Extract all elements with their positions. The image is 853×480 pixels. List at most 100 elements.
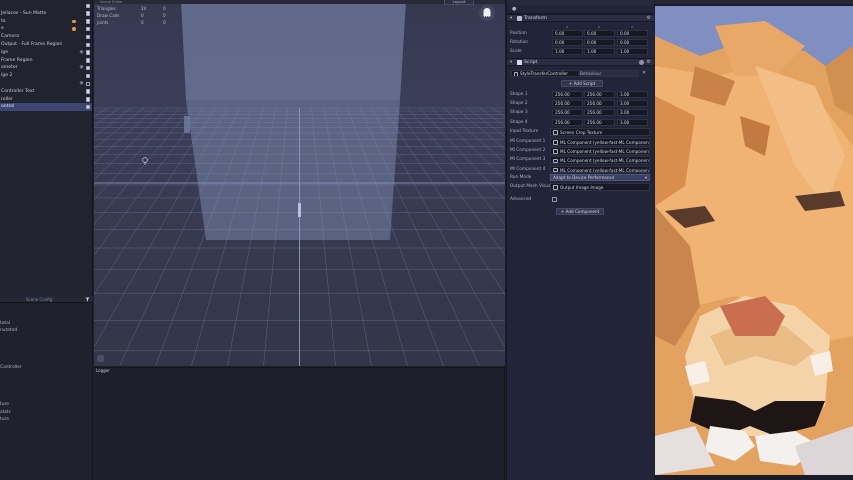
advanced-checkbox[interactable] bbox=[552, 197, 557, 202]
list-item[interactable]: ture bbox=[0, 402, 9, 407]
add-component-button[interactable]: + Add Component bbox=[556, 208, 604, 215]
visibility-icon[interactable]: ◉ bbox=[79, 80, 83, 88]
enabled-checkbox[interactable] bbox=[85, 26, 90, 32]
preview-panel bbox=[655, 0, 853, 480]
layout-dropdown[interactable]: Layout bbox=[444, 0, 474, 5]
shape-y-field[interactable]: 256.00 bbox=[584, 118, 615, 126]
hierarchy-item[interactable]: ◉ bbox=[0, 80, 92, 88]
hierarchy-item[interactable]: ontrol bbox=[0, 103, 92, 111]
transform-z-field[interactable]: 0.00 bbox=[617, 39, 648, 46]
chevron-down-icon: ▾ bbox=[510, 60, 513, 65]
viewport-tab-title[interactable]: Scene Editor bbox=[100, 0, 123, 4]
transform-z-field[interactable]: 1.00 bbox=[617, 48, 648, 55]
shape-y-field[interactable]: 256.00 bbox=[584, 91, 615, 98]
list-item[interactable]: nutated bbox=[0, 328, 17, 333]
transform-y-field[interactable]: 0.00 bbox=[584, 39, 615, 46]
tab-scene-config[interactable]: Scene Config bbox=[26, 296, 52, 303]
script-object-field[interactable]: StyleTransferController Behaviour bbox=[511, 70, 639, 77]
hierarchy-item[interactable]: Output - Full Frame Region bbox=[0, 41, 92, 49]
hierarchy-item[interactable]: ta bbox=[0, 18, 92, 26]
hierarchy-item[interactable]: ige ◉ bbox=[0, 49, 92, 57]
enabled-checkbox[interactable] bbox=[85, 97, 90, 102]
shape-y-field[interactable]: 256.00 bbox=[584, 100, 615, 108]
transform-z-field[interactable]: 0.00 bbox=[617, 30, 648, 37]
hierarchy-item[interactable]: Jellaces - Sun Matte bbox=[0, 10, 92, 18]
ml-component-field[interactable]: ML Component (yellow-fast-ML Component) bbox=[550, 156, 650, 164]
shape-y-field[interactable]: 256.00 bbox=[584, 109, 615, 117]
hierarchy-item-label: Frame Region bbox=[1, 57, 33, 63]
hierarchy-item[interactable]: e bbox=[0, 25, 92, 33]
enabled-checkbox[interactable] bbox=[85, 11, 90, 16]
hierarchy-item[interactable]: Controller Text bbox=[0, 88, 92, 96]
list-item[interactable]: Controller bbox=[0, 365, 22, 370]
hierarchy-item[interactable]: ige 2 bbox=[0, 72, 92, 80]
hierarchy-item[interactable]: roller bbox=[0, 96, 92, 104]
logger-panel: Logger bbox=[94, 367, 505, 480]
visibility-icon[interactable]: ◉ bbox=[79, 64, 83, 72]
camera-toggle-icon[interactable] bbox=[97, 355, 104, 362]
shape-x-field[interactable]: 256.00 bbox=[552, 100, 583, 108]
shape-x-field[interactable]: 256.00 bbox=[552, 109, 583, 117]
enabled-checkbox[interactable] bbox=[85, 58, 90, 63]
gear-icon[interactable]: ⚙ bbox=[647, 59, 651, 66]
scene-viewport[interactable]: Scene Editor Triangles 24 0 Draw Calls 0 0 Joi… bbox=[94, 0, 505, 366]
asset-icon bbox=[553, 185, 558, 190]
list-item[interactable]: atals bbox=[0, 410, 11, 415]
run-mode-dropdown[interactable]: Adapt to Device Performance ▾ bbox=[550, 174, 650, 181]
ml-component-field[interactable]: ML Component (yellow-fast-ML Component) bbox=[550, 165, 650, 174]
shape-z-field[interactable]: 3.00 bbox=[617, 109, 648, 117]
transform-y-field[interactable]: 1.00 bbox=[584, 48, 615, 55]
ml-component-field[interactable]: ML Component (yellow-fast-ML Component) bbox=[550, 147, 650, 155]
enabled-checkbox[interactable] bbox=[85, 104, 90, 110]
add-script-label: Add Script bbox=[573, 81, 596, 86]
asset-icon bbox=[553, 130, 558, 135]
transform-x-field[interactable]: 1.00 bbox=[552, 48, 583, 55]
hierarchy-item[interactable]: Frame Region bbox=[0, 57, 92, 65]
axis-header: y bbox=[598, 24, 601, 29]
enabled-checkbox[interactable] bbox=[85, 3, 90, 8]
transform-section-header[interactable]: ▾ Transform ⚙ bbox=[507, 14, 654, 22]
logger-tab[interactable]: Logger bbox=[96, 368, 110, 374]
visibility-icon[interactable]: ◉ bbox=[79, 49, 83, 57]
ml-component-label: Ml Component 4 bbox=[510, 166, 546, 172]
script-enabled-checkbox[interactable] bbox=[517, 60, 522, 65]
script-section-header[interactable]: ▾ Script ⚙ bbox=[507, 58, 654, 66]
gear-icon[interactable]: ⚙ bbox=[647, 15, 651, 22]
avatar-gizmo-button[interactable] bbox=[479, 5, 495, 21]
transform-x-field[interactable]: 0.00 bbox=[552, 39, 583, 46]
shape-z-field[interactable]: 3.00 bbox=[617, 100, 648, 108]
enabled-checkbox[interactable] bbox=[85, 50, 90, 55]
output-mesh-visual-field[interactable]: Output Image Image bbox=[550, 183, 650, 191]
list-item[interactable]: ture bbox=[0, 417, 9, 422]
add-script-button[interactable]: + Add Script bbox=[561, 80, 603, 87]
script-object-type[interactable]: Behaviour bbox=[578, 71, 638, 76]
ml-component-label: Ml Component 1 bbox=[510, 139, 546, 144]
lock-icon[interactable]: ● bbox=[512, 6, 516, 12]
enabled-checkbox[interactable] bbox=[85, 89, 90, 94]
transform-x-field[interactable]: 0.00 bbox=[552, 30, 583, 37]
enabled-checkbox[interactable] bbox=[85, 73, 90, 79]
scene-3d-view[interactable] bbox=[94, 0, 505, 366]
enabled-checkbox[interactable] bbox=[85, 19, 90, 24]
input-texture-field[interactable]: Screen Crop Texture bbox=[550, 128, 650, 136]
shape-x-field[interactable]: 256.00 bbox=[552, 91, 583, 98]
list-item[interactable]: tatal bbox=[0, 321, 10, 326]
script-toggle-icon[interactable] bbox=[639, 60, 644, 65]
shape-x-field[interactable]: 256.00 bbox=[552, 118, 583, 126]
ml-component-field[interactable]: ML Component (yellow-fast-ML Component) bbox=[550, 138, 650, 146]
axis-header: x bbox=[566, 24, 569, 29]
enabled-checkbox[interactable] bbox=[85, 34, 90, 40]
shape-z-field[interactable]: 3.00 bbox=[617, 91, 648, 98]
shape-z-field[interactable]: 3.00 bbox=[617, 118, 648, 126]
axis-header: z bbox=[631, 24, 633, 29]
enabled-checkbox[interactable] bbox=[85, 42, 90, 47]
filter-icon[interactable] bbox=[85, 297, 90, 302]
ml-component-value: ML Component (yellow-fast-ML Component) bbox=[560, 167, 650, 173]
close-icon[interactable]: ✕ bbox=[642, 70, 646, 76]
hierarchy-item[interactable]: Camera bbox=[0, 33, 92, 41]
hierarchy-item[interactable]: ometer ◉ bbox=[0, 64, 92, 72]
hierarchy-item[interactable] bbox=[0, 2, 92, 10]
transform-y-field[interactable]: 0.00 bbox=[584, 30, 615, 37]
enabled-checkbox[interactable] bbox=[85, 65, 90, 71]
enabled-checkbox[interactable] bbox=[85, 81, 90, 86]
